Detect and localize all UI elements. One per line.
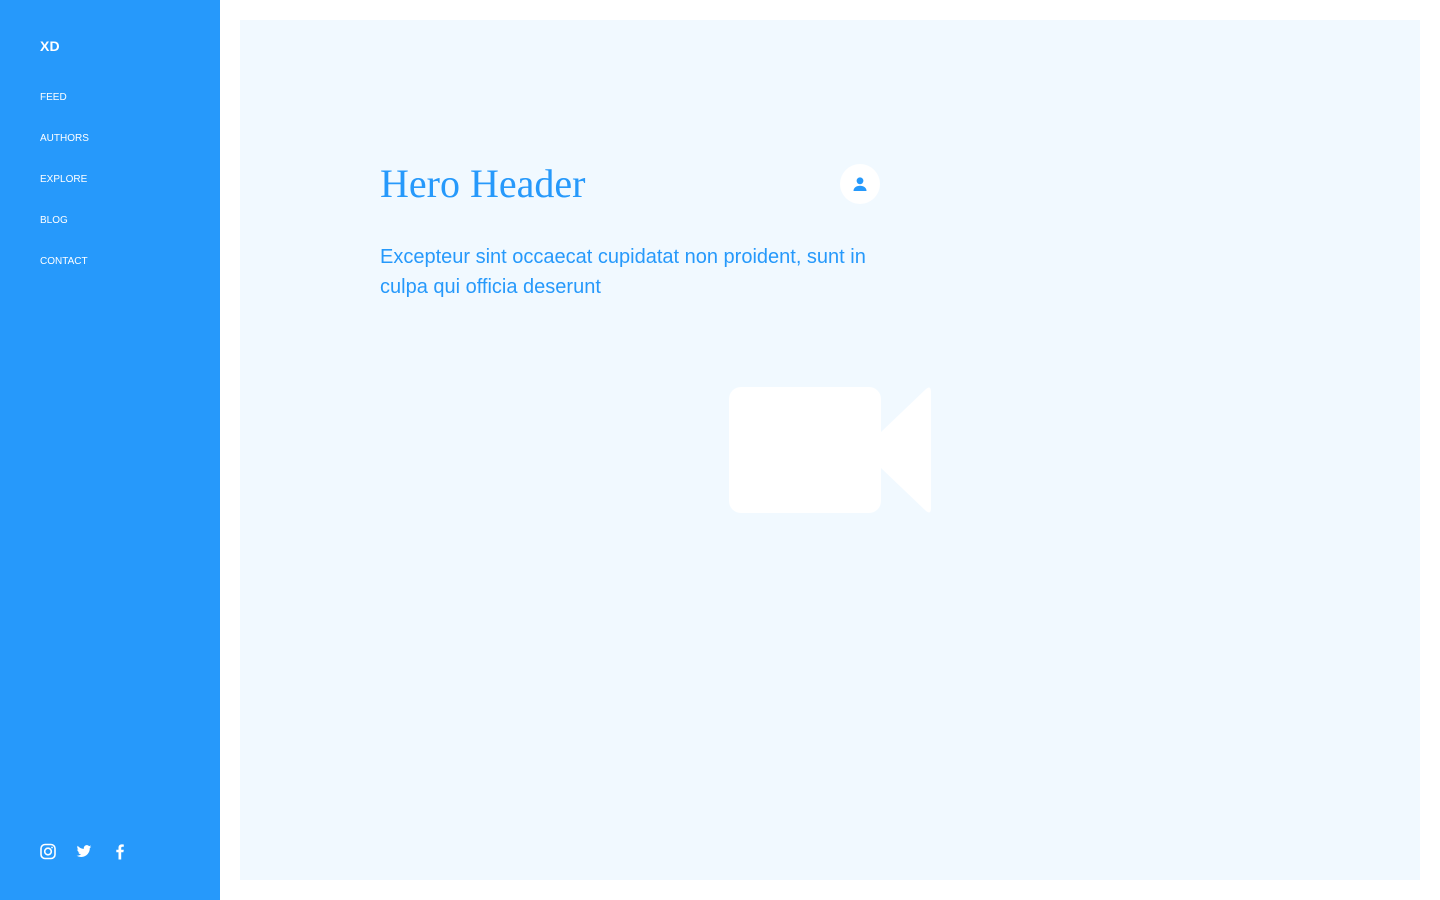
user-icon	[853, 177, 867, 191]
nav-item-authors[interactable]: AUTHORS	[40, 133, 89, 174]
video-camera-icon	[729, 387, 931, 513]
nav-item-explore[interactable]: EXPLORE	[40, 174, 89, 215]
avatar-button[interactable]	[840, 164, 880, 204]
nav-item-blog[interactable]: BLOG	[40, 215, 89, 256]
hero-description: Excepteur sint occaecat cupidatat non pr…	[380, 246, 866, 298]
sidebar-nav: FEED AUTHORS EXPLORE BLOG CONTACT	[40, 92, 89, 297]
sidebar: XD FEED AUTHORS EXPLORE BLOG CONTACT	[0, 0, 220, 900]
hero-title: Hero Header	[380, 161, 586, 206]
facebook-icon[interactable]	[112, 843, 128, 860]
nav-item-contact[interactable]: CONTACT	[40, 256, 89, 297]
nav-item-feed[interactable]: FEED	[40, 92, 89, 133]
main-panel: Hero Header Excepteur sint occaecat cupi…	[240, 20, 1420, 880]
logo[interactable]: XD	[40, 38, 60, 54]
social-links	[40, 843, 128, 860]
instagram-icon[interactable]	[40, 843, 56, 860]
twitter-icon[interactable]	[76, 843, 92, 860]
